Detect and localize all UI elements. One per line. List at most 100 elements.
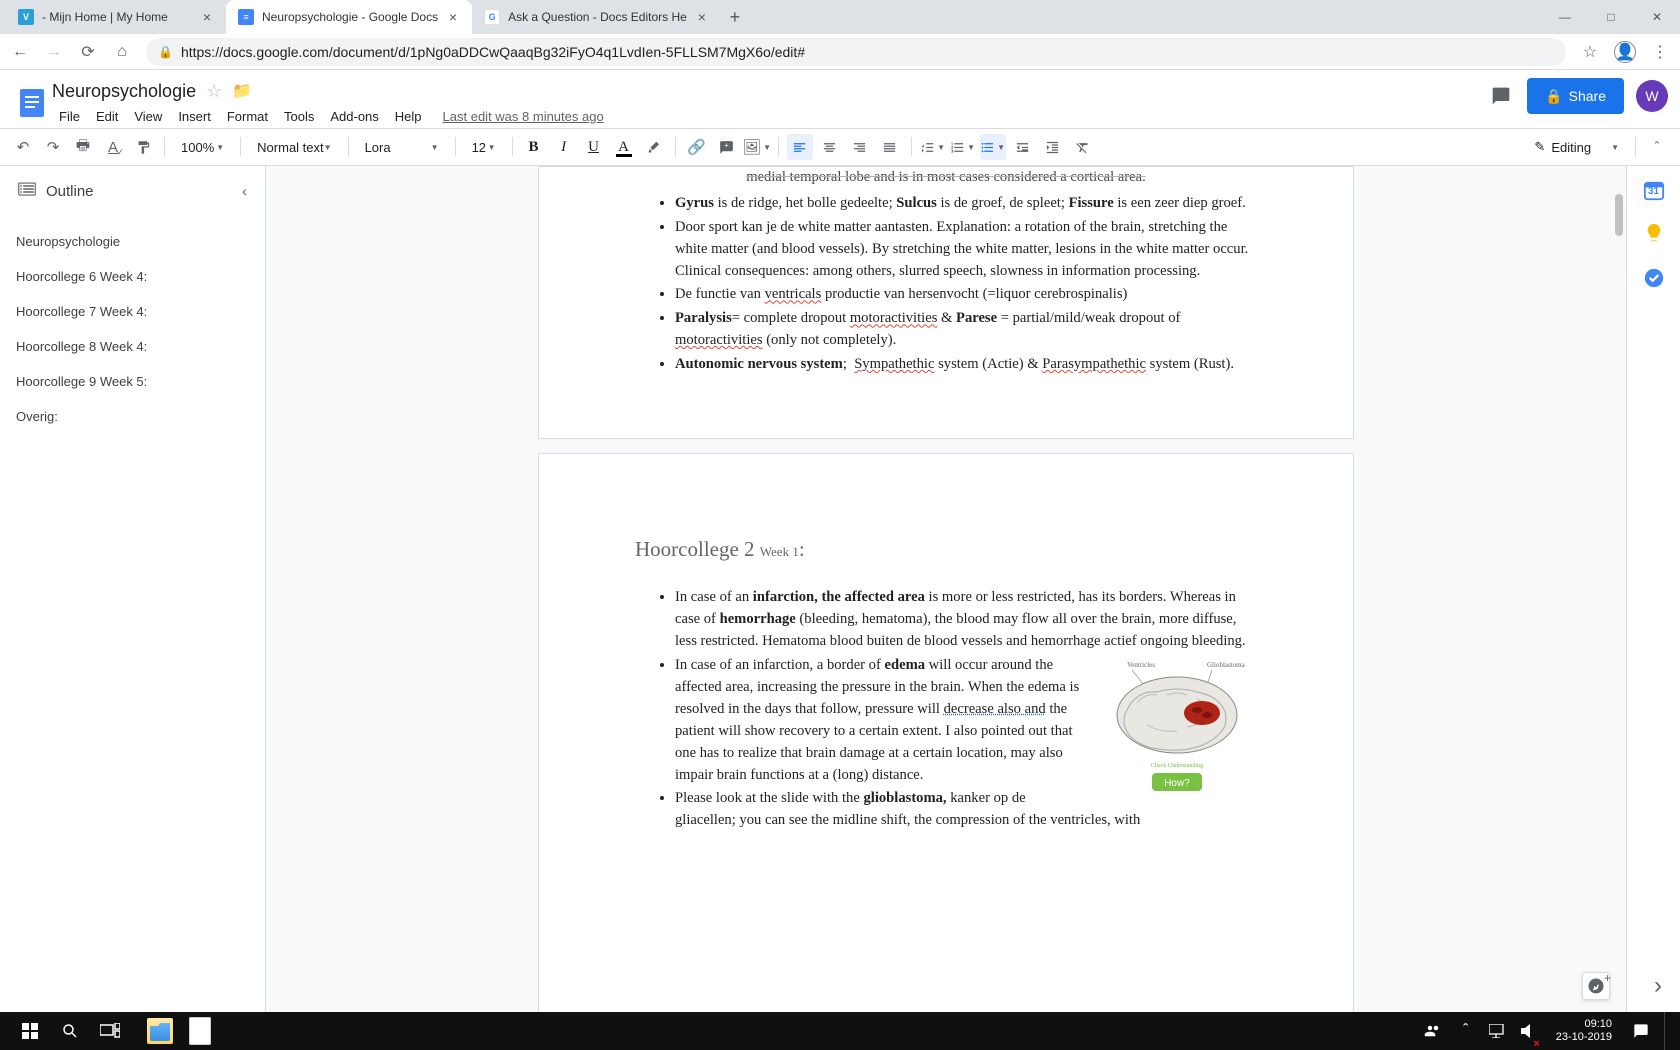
menu-format[interactable]: Format xyxy=(220,107,275,126)
avatar[interactable]: W xyxy=(1636,80,1668,112)
document-page-1[interactable]: medial temporal lobe and is in most case… xyxy=(538,166,1354,439)
search-button[interactable] xyxy=(50,1012,90,1050)
scrollbar[interactable] xyxy=(1611,166,1626,1012)
side-panel-collapse-icon[interactable]: › xyxy=(1654,972,1662,1000)
url-field[interactable]: 🔒 https://docs.google.com/document/d/1pN… xyxy=(146,38,1566,66)
outline-item[interactable]: Neuropsychologie xyxy=(0,224,265,259)
link-button[interactable]: 🔗 xyxy=(684,134,710,160)
network-icon[interactable] xyxy=(1486,1012,1508,1050)
maximize-button[interactable]: □ xyxy=(1588,0,1634,34)
menu-edit[interactable]: Edit xyxy=(89,107,125,126)
menu-button[interactable]: ⋮ xyxy=(1650,42,1670,62)
close-window-button[interactable]: ✕ xyxy=(1634,0,1680,34)
profile-button[interactable]: 👤 xyxy=(1614,41,1636,63)
align-left-button[interactable] xyxy=(787,134,813,160)
calendar-icon[interactable]: 31 xyxy=(1643,180,1665,202)
bulleted-list-button[interactable]: ▼ xyxy=(980,134,1006,160)
outline-item[interactable]: Overig: xyxy=(0,399,265,434)
people-icon[interactable] xyxy=(1420,1012,1446,1050)
start-button[interactable] xyxy=(10,1012,50,1050)
menu-view[interactable]: View xyxy=(127,107,169,126)
new-tab-button[interactable]: + xyxy=(721,0,749,34)
tasks-icon[interactable] xyxy=(1643,267,1665,292)
list-item[interactable]: In case of an infarction, the affected a… xyxy=(675,587,1257,653)
docs-logo-icon[interactable] xyxy=(12,78,52,128)
outline-item[interactable]: Hoorcollege 6 Week 4: xyxy=(0,259,265,294)
undo-button[interactable]: ↶ xyxy=(10,134,36,160)
tray-up-icon[interactable]: ˆ xyxy=(1456,1012,1476,1050)
menu-tools[interactable]: Tools xyxy=(277,107,321,126)
scrollbar-thumb[interactable] xyxy=(1615,194,1623,236)
underline-button[interactable]: U xyxy=(581,134,607,160)
menu-addons[interactable]: Add-ons xyxy=(323,107,385,126)
share-button[interactable]: 🔒 Share xyxy=(1527,78,1624,114)
editing-mode-select[interactable]: ✎ Editing ▼ xyxy=(1526,134,1627,160)
document-taskbar-icon[interactable] xyxy=(180,1012,220,1050)
styles-select[interactable]: Normal text▼ xyxy=(249,134,339,160)
volume-muted-icon[interactable]: × xyxy=(1518,1012,1540,1050)
menu-file[interactable]: File xyxy=(52,107,87,126)
reload-button[interactable]: ⟳ xyxy=(78,42,98,62)
list-item[interactable]: Paralysis= complete dropout motoractivit… xyxy=(675,308,1257,352)
folder-icon[interactable]: 📁 xyxy=(232,81,252,101)
align-center-button[interactable] xyxy=(817,134,843,160)
outline-item[interactable]: Hoorcollege 7 Week 4: xyxy=(0,294,265,329)
close-icon[interactable]: × xyxy=(200,10,214,24)
close-icon[interactable]: × xyxy=(446,10,460,24)
last-edit-text[interactable]: Last edit was 8 minutes ago xyxy=(443,109,604,124)
list-item[interactable]: Gyrus is de ridge, het bolle gedeelte; S… xyxy=(675,193,1257,215)
zoom-select[interactable]: 100%▼ xyxy=(173,134,232,160)
forward-button[interactable]: → xyxy=(44,42,64,62)
home-button[interactable]: ⌂ xyxy=(112,42,132,62)
explorer-taskbar-icon[interactable] xyxy=(140,1012,180,1050)
show-desktop-button[interactable] xyxy=(1664,1012,1670,1050)
image-button[interactable]: 🖼▼ xyxy=(744,134,770,160)
document-page-2[interactable]: Hoorcollege 2 Week 1: In case of an infa… xyxy=(538,453,1354,1012)
browser-tab-2[interactable]: G Ask a Question - Docs Editors He × xyxy=(472,0,721,34)
document-canvas[interactable]: medial temporal lobe and is in most case… xyxy=(266,166,1626,1012)
back-button[interactable]: ← xyxy=(10,42,30,62)
minimize-button[interactable]: — xyxy=(1542,0,1588,34)
list-item[interactable]: Autonomic nervous system; Sympathethic s… xyxy=(675,354,1257,376)
font-select[interactable]: Lora▼ xyxy=(357,134,447,160)
close-icon[interactable]: × xyxy=(695,10,709,24)
comment-button[interactable]: + xyxy=(714,134,740,160)
italic-button[interactable]: I xyxy=(551,134,577,160)
align-right-button[interactable] xyxy=(847,134,873,160)
redo-button[interactable]: ↷ xyxy=(40,134,66,160)
print-button[interactable]: 🖶 xyxy=(70,134,96,160)
indent-decrease-button[interactable] xyxy=(1010,134,1036,160)
clear-formatting-button[interactable] xyxy=(1070,134,1096,160)
fontsize-select[interactable]: 12▼ xyxy=(464,134,504,160)
collapse-toolbar-button[interactable]: ˆ xyxy=(1644,134,1670,160)
star-button[interactable]: ☆ xyxy=(1580,42,1600,62)
align-justify-button[interactable] xyxy=(877,134,903,160)
document-title[interactable]: Neuropsychologie xyxy=(52,81,196,102)
menu-help[interactable]: Help xyxy=(388,107,429,126)
browser-tab-0[interactable]: V - Mijn Home | My Home × xyxy=(6,0,226,34)
task-view-button[interactable] xyxy=(90,1012,130,1050)
list-item[interactable]: Ventricles Glioblastoma How? Check Under… xyxy=(675,655,1257,786)
spellcheck-button[interactable]: A✓ xyxy=(100,134,126,160)
indent-increase-button[interactable] xyxy=(1040,134,1066,160)
notifications-icon[interactable] xyxy=(1628,1012,1654,1050)
list-item[interactable]: De functie van ventricals productie van … xyxy=(675,284,1257,306)
list-item[interactable]: Door sport kan je de white matter aantas… xyxy=(675,217,1257,283)
outline-collapse-button[interactable]: ‹ xyxy=(242,183,247,200)
comments-button[interactable] xyxy=(1487,82,1515,110)
text-color-button[interactable]: A xyxy=(611,134,637,160)
outline-item[interactable]: Hoorcollege 8 Week 4: xyxy=(0,329,265,364)
numbered-list-button[interactable]: ▼ xyxy=(950,134,976,160)
outline-item[interactable]: Hoorcollege 9 Week 5: xyxy=(0,364,265,399)
paint-format-button[interactable] xyxy=(130,134,156,160)
explore-button[interactable]: + xyxy=(1582,972,1610,1000)
separator xyxy=(1635,137,1636,157)
star-icon[interactable]: ☆ xyxy=(206,81,222,102)
line-spacing-button[interactable]: ▼ xyxy=(920,134,946,160)
bold-button[interactable]: B xyxy=(521,134,547,160)
clock[interactable]: 09:10 23-10-2019 xyxy=(1550,1018,1618,1044)
highlight-button[interactable] xyxy=(641,134,667,160)
browser-tab-1[interactable]: ≡ Neuropsychologie - Google Docs × xyxy=(226,0,472,34)
keep-icon[interactable] xyxy=(1643,222,1665,247)
menu-insert[interactable]: Insert xyxy=(171,107,218,126)
